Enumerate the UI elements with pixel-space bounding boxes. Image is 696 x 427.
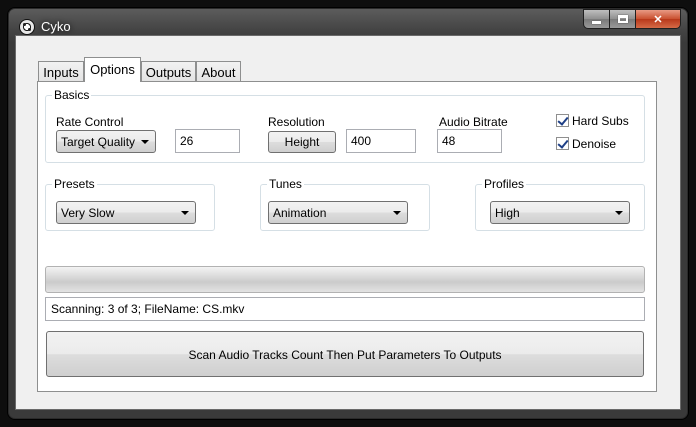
- quality-value-text: 26: [180, 134, 194, 148]
- presets-legend: Presets: [52, 177, 97, 191]
- window-title: Cyko: [41, 19, 71, 34]
- audio-bitrate-text: 48: [442, 134, 456, 148]
- resolution-label: Resolution: [268, 115, 325, 129]
- denoise-checkbox[interactable]: [556, 137, 569, 150]
- tab-options[interactable]: Options: [84, 57, 141, 82]
- height-button-label: Height: [284, 135, 320, 149]
- status-text: Scanning: 3 of 3; FileName: CS.mkv: [51, 302, 245, 316]
- presets-value: Very Slow: [61, 206, 115, 220]
- tab-label: About: [201, 65, 236, 80]
- chevron-down-icon: [393, 211, 401, 215]
- tab-label: Inputs: [43, 65, 79, 80]
- height-button[interactable]: Height: [268, 131, 336, 153]
- caption-buttons: ✕: [583, 9, 681, 29]
- rate-control-value: Target Quality: [61, 135, 136, 149]
- scan-audio-tracks-button-label: Scan Audio Tracks Count Then Put Paramet…: [188, 348, 502, 362]
- audio-bitrate-input[interactable]: 48: [437, 129, 502, 153]
- minimize-icon: [592, 20, 601, 24]
- tab-label: Options: [90, 62, 135, 77]
- maximize-icon: [617, 15, 628, 23]
- basics-legend: Basics: [52, 88, 92, 102]
- tunes-select[interactable]: Animation: [268, 201, 408, 224]
- audio-bitrate-label: Audio Bitrate: [439, 115, 508, 129]
- maximize-button[interactable]: [609, 9, 635, 29]
- profiles-select[interactable]: High: [490, 201, 630, 224]
- minimize-button[interactable]: [583, 9, 609, 29]
- close-button[interactable]: ✕: [635, 9, 681, 29]
- scan-audio-tracks-button[interactable]: Scan Audio Tracks Count Then Put Paramet…: [46, 331, 644, 377]
- rate-control-select[interactable]: Target Quality: [56, 130, 156, 153]
- chevron-down-icon: [181, 211, 189, 215]
- chevron-down-icon: [615, 211, 623, 215]
- tunes-value: Animation: [273, 206, 327, 220]
- tab-about[interactable]: About: [196, 61, 241, 82]
- resolution-value-input[interactable]: 400: [346, 129, 416, 153]
- tab-outputs[interactable]: Outputs: [141, 61, 196, 82]
- profiles-value: High: [495, 206, 520, 220]
- denoise-label: Denoise: [572, 137, 617, 151]
- hard-subs-checkbox[interactable]: [556, 114, 569, 127]
- resolution-value-text: 400: [351, 134, 372, 148]
- presets-select[interactable]: Very Slow: [56, 201, 196, 224]
- rate-control-label: Rate Control: [56, 115, 124, 129]
- progress-bar: [45, 266, 645, 293]
- tab-label: Outputs: [145, 65, 192, 80]
- hard-subs-label: Hard Subs: [572, 114, 629, 128]
- tunes-legend: Tunes: [267, 177, 304, 191]
- close-icon: ✕: [653, 13, 663, 26]
- app-icon: [19, 19, 35, 35]
- status-field: Scanning: 3 of 3; FileName: CS.mkv: [45, 297, 645, 321]
- quality-value-input[interactable]: 26: [175, 129, 240, 153]
- chevron-down-icon: [141, 140, 149, 144]
- tab-inputs[interactable]: Inputs: [38, 61, 84, 82]
- profiles-legend: Profiles: [482, 177, 527, 191]
